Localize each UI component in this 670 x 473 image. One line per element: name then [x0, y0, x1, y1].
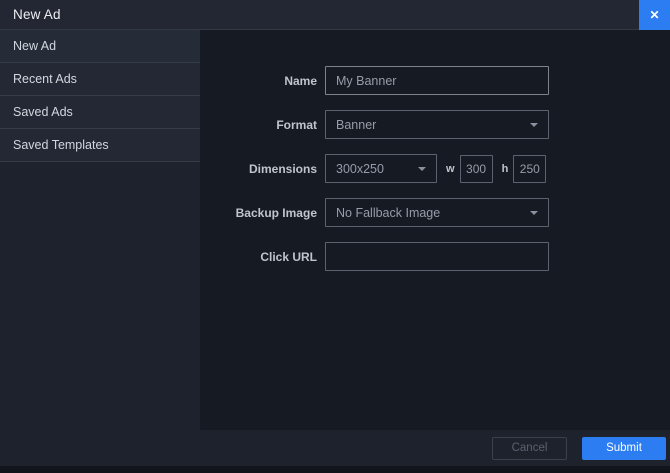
height-label: h: [502, 163, 509, 175]
sidebar: New Ad Recent Ads Saved Ads Saved Templa…: [0, 30, 200, 430]
sidebar-item-label: New Ad: [13, 39, 56, 53]
width-label: w: [446, 163, 455, 175]
width-input[interactable]: [460, 155, 493, 183]
modal-body: New Ad Recent Ads Saved Ads Saved Templa…: [0, 30, 670, 430]
height-input[interactable]: [513, 155, 546, 183]
submit-button[interactable]: Submit: [582, 437, 666, 460]
chevron-down-icon: [530, 123, 538, 127]
new-ad-modal: New Ad ✕ New Ad Recent Ads Saved Ads Sav…: [0, 0, 670, 466]
modal-titlebar: New Ad ✕: [0, 0, 670, 30]
sidebar-item-label: Recent Ads: [13, 72, 77, 86]
close-icon: ✕: [649, 8, 659, 22]
modal-footer: Cancel Submit: [0, 430, 670, 466]
dimensions-preset-dropdown[interactable]: 300x250: [325, 154, 437, 183]
cancel-button[interactable]: Cancel: [492, 437, 567, 460]
name-row: Name: [207, 66, 670, 95]
format-row: Format Banner: [207, 110, 670, 139]
modal-title: New Ad: [13, 7, 61, 22]
new-ad-form: Name Format Banner Dimensions 300x250 w …: [200, 30, 670, 430]
click-url-input[interactable]: [325, 242, 549, 271]
dimensions-label: Dimensions: [207, 162, 317, 176]
click-url-row: Click URL: [207, 242, 670, 271]
backup-image-label: Backup Image: [207, 206, 317, 220]
sidebar-item-saved-ads[interactable]: Saved Ads: [0, 96, 200, 129]
dimensions-preset-value: 300x250: [336, 162, 418, 176]
sidebar-item-saved-templates[interactable]: Saved Templates: [0, 129, 200, 162]
sidebar-item-new-ad[interactable]: New Ad: [0, 30, 200, 63]
backup-image-dropdown[interactable]: No Fallback Image: [325, 198, 549, 227]
chevron-down-icon: [418, 167, 426, 171]
format-dropdown[interactable]: Banner: [325, 110, 549, 139]
chevron-down-icon: [530, 211, 538, 215]
name-label: Name: [207, 74, 317, 88]
name-input[interactable]: [325, 66, 549, 95]
sidebar-item-label: Saved Ads: [13, 105, 73, 119]
backup-image-dropdown-value: No Fallback Image: [336, 206, 530, 220]
sidebar-item-label: Saved Templates: [13, 138, 109, 152]
close-button[interactable]: ✕: [639, 0, 670, 30]
sidebar-item-recent-ads[interactable]: Recent Ads: [0, 63, 200, 96]
click-url-label: Click URL: [207, 250, 317, 264]
backup-image-row: Backup Image No Fallback Image: [207, 198, 670, 227]
format-label: Format: [207, 118, 317, 132]
dimensions-row: Dimensions 300x250 w h: [207, 154, 670, 183]
format-dropdown-value: Banner: [336, 118, 530, 132]
